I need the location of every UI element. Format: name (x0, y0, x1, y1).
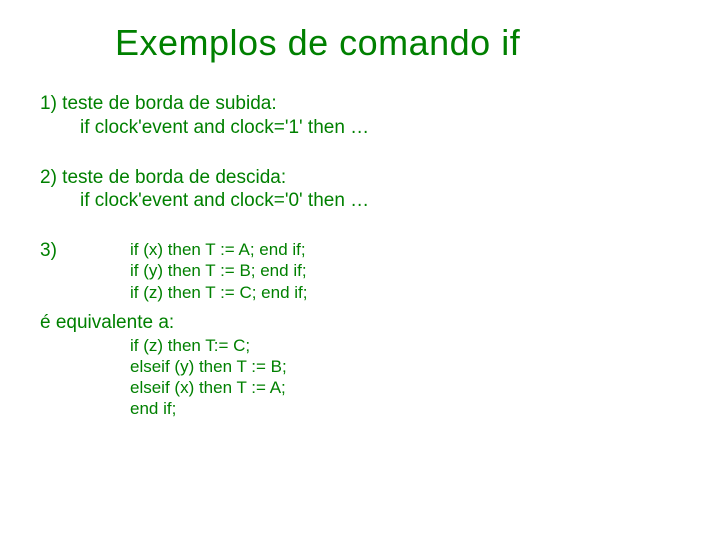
equivalent-code-line-3: elseif (x) then T := A; (40, 377, 720, 398)
equivalent-code-line-1: if (z) then T:= C; (40, 335, 720, 356)
example-3-heading: 3) (40, 239, 90, 263)
example-3-code-line-1: if (x) then T := A; end if; (130, 239, 307, 260)
example-2-heading: 2) teste de borda de descida: (40, 166, 720, 190)
slide: Exemplos de comando if 1) teste de borda… (0, 0, 720, 540)
equivalent-heading: é equivalente a: (40, 311, 720, 335)
equivalent-code-line-2: elseif (y) then T := B; (40, 356, 720, 377)
equivalent-code-line-4: end if; (40, 398, 720, 419)
slide-title: Exemplos de comando if (0, 0, 720, 64)
example-2-code: if clock'event and clock='0' then … (40, 189, 720, 213)
spacer (40, 213, 720, 239)
example-3-code-line-3: if (z) then T := C; end if; (130, 282, 307, 303)
spacer (40, 140, 720, 166)
example-3-code-line-2: if (y) then T := B; end if; (130, 260, 307, 281)
slide-body: 1) teste de borda de subida: if clock'ev… (0, 64, 720, 420)
example-1-code: if clock'event and clock='1' then … (40, 116, 720, 140)
example-1-heading: 1) teste de borda de subida: (40, 92, 720, 116)
spacer (40, 303, 720, 311)
